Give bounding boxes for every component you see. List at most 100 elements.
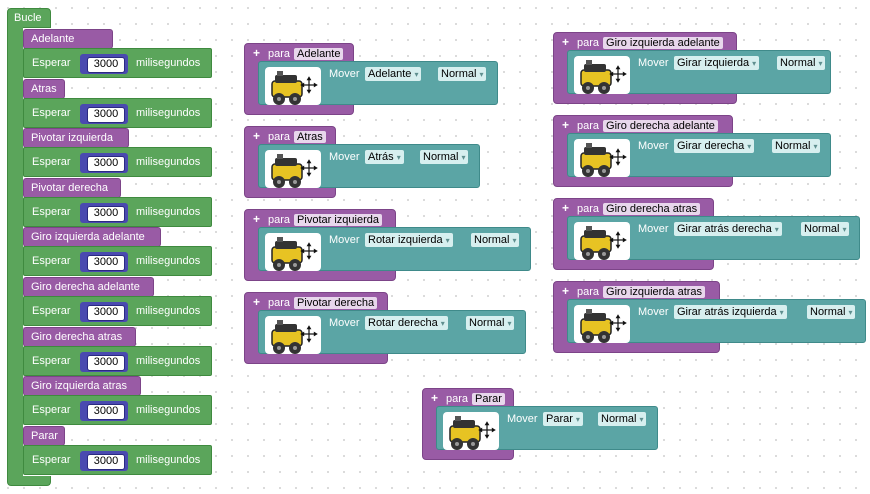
- add-parameter-icon[interactable]: +: [253, 212, 260, 226]
- move-block[interactable]: Mover Girar atrás izquierda ▾ Normal ▾: [567, 299, 866, 344]
- call-block[interactable]: Pivotar derecha: [23, 177, 121, 198]
- move-block[interactable]: Mover Girar atrás derecha ▾ Normal ▾: [567, 216, 860, 261]
- milliseconds-input[interactable]: 3000: [87, 156, 125, 173]
- speed-dropdown[interactable]: Normal ▾: [420, 150, 469, 164]
- speed-dropdown[interactable]: Normal ▾: [801, 222, 850, 236]
- para-label: para: [577, 286, 600, 298]
- move-block[interactable]: Mover Girar izquierda ▾ Normal ▾: [567, 50, 831, 95]
- procedure-header: + para Giro izquierda atras: [562, 284, 706, 298]
- speed-dropdown[interactable]: Normal ▾: [777, 56, 826, 70]
- move-block[interactable]: Mover Parar ▾ Normal ▾: [436, 406, 658, 451]
- unit-label: milisegundos: [136, 354, 201, 367]
- direction-value: Adelante: [368, 68, 412, 80]
- wait-block[interactable]: Esperar 3000 milisegundos: [23, 97, 212, 128]
- milliseconds-input[interactable]: 3000: [87, 305, 125, 321]
- direction-dropdown[interactable]: Atrás ▾: [365, 150, 404, 164]
- call-block[interactable]: Giro derecha atras: [23, 326, 136, 347]
- milliseconds-input[interactable]: 3000: [87, 255, 125, 272]
- direction-dropdown[interactable]: Rotar derecha ▾: [365, 316, 448, 330]
- move-label: Mover: [638, 140, 669, 152]
- add-parameter-icon[interactable]: +: [253, 129, 260, 143]
- milliseconds-input[interactable]: 3000: [87, 205, 125, 222]
- call-block[interactable]: Parar: [23, 425, 65, 446]
- call-block[interactable]: Atras: [23, 78, 65, 99]
- milliseconds-input[interactable]: 3000: [87, 106, 125, 123]
- add-parameter-icon[interactable]: +: [253, 295, 260, 309]
- loop-header[interactable]: Bucle: [7, 8, 51, 28]
- procedure-name-field[interactable]: Giro izquierda atras: [603, 286, 706, 298]
- milliseconds-input[interactable]: 3000: [87, 57, 125, 73]
- move-label: Mover: [329, 317, 360, 329]
- procedure-name-field[interactable]: Giro izquierda adelante: [603, 37, 723, 49]
- move-block[interactable]: Mover Girar derecha ▾ Normal ▾: [567, 133, 831, 178]
- speed-dropdown[interactable]: Normal ▾: [466, 316, 515, 330]
- procedure-name-field[interactable]: Giro derecha atras: [603, 203, 701, 215]
- wait-block[interactable]: Esperar 3000 milisegundos: [23, 444, 212, 475]
- call-label: Giro derecha adelante: [31, 281, 140, 293]
- number-socket: 3000: [80, 401, 128, 422]
- call-label: Atras: [31, 82, 57, 95]
- call-block[interactable]: Giro derecha adelante: [23, 277, 154, 297]
- direction-dropdown[interactable]: Girar atrás izquierda ▾: [674, 305, 787, 319]
- wait-label: Esperar: [32, 205, 71, 218]
- milliseconds-input[interactable]: 3000: [87, 404, 125, 421]
- direction-dropdown[interactable]: Girar atrás derecha ▾: [674, 222, 782, 236]
- direction-value: Rotar izquierda: [368, 234, 443, 246]
- wait-block[interactable]: Esperar 3000 milisegundos: [23, 395, 212, 426]
- add-parameter-icon[interactable]: +: [562, 35, 569, 49]
- procedure-name-field[interactable]: Atras: [294, 131, 326, 143]
- direction-dropdown[interactable]: Rotar izquierda ▾: [365, 233, 453, 247]
- unit-label: milisegundos: [136, 404, 201, 417]
- add-parameter-icon[interactable]: +: [253, 46, 260, 60]
- procedure-name-field[interactable]: Adelante: [294, 48, 344, 60]
- direction-dropdown[interactable]: Adelante ▾: [365, 67, 422, 81]
- wait-block[interactable]: Esperar 3000 milisegundos: [23, 296, 212, 326]
- add-parameter-icon[interactable]: +: [562, 201, 569, 215]
- add-parameter-icon[interactable]: +: [562, 284, 569, 298]
- procedure-name-field[interactable]: Parar: [472, 393, 505, 405]
- call-block[interactable]: Adelante: [23, 29, 113, 49]
- move-arrows-icon: [299, 241, 319, 261]
- dropdown-arrow-icon: ▾: [747, 142, 752, 151]
- speed-dropdown[interactable]: Normal ▾: [772, 139, 821, 153]
- speed-dropdown[interactable]: Normal ▾: [471, 233, 520, 247]
- move-block[interactable]: Mover Adelante ▾ Normal ▾: [258, 61, 498, 106]
- speed-dropdown[interactable]: Normal ▾: [807, 305, 856, 319]
- move-arrows-icon: [299, 75, 319, 95]
- procedure-name-field[interactable]: Pivotar izquierda: [294, 214, 382, 226]
- add-parameter-icon[interactable]: +: [562, 118, 569, 132]
- call-block[interactable]: Giro izquierda atras: [23, 376, 141, 397]
- robot-icon: [443, 412, 499, 451]
- milliseconds-input[interactable]: 3000: [87, 354, 125, 371]
- call-label: Pivotar derecha: [31, 181, 109, 194]
- direction-dropdown[interactable]: Girar derecha ▾: [674, 139, 755, 153]
- wait-block[interactable]: Esperar 3000 milisegundos: [23, 246, 212, 277]
- move-block[interactable]: Mover Atrás ▾ Normal ▾: [258, 144, 480, 189]
- direction-value: Atrás: [368, 151, 394, 163]
- robot-icon: [265, 150, 321, 189]
- robot-icon: [265, 67, 321, 106]
- wait-label: Esperar: [32, 453, 71, 466]
- move-block[interactable]: Mover Rotar izquierda ▾ Normal ▾: [258, 227, 531, 272]
- wait-block[interactable]: Esperar 3000 milisegundos: [23, 48, 212, 78]
- milliseconds-input[interactable]: 3000: [87, 453, 125, 470]
- procedure-name-field[interactable]: Giro derecha adelante: [603, 120, 718, 132]
- wait-block[interactable]: Esperar 3000 milisegundos: [23, 147, 212, 178]
- wait-block[interactable]: Esperar 3000 milisegundos: [23, 196, 212, 227]
- move-arrows-icon: [477, 420, 497, 440]
- add-parameter-icon[interactable]: +: [431, 391, 438, 405]
- speed-dropdown[interactable]: Normal ▾: [438, 67, 487, 81]
- procedure-name-field[interactable]: Pivotar derecha: [294, 297, 378, 309]
- move-arrows-icon: [608, 230, 628, 250]
- speed-dropdown[interactable]: Normal ▾: [598, 412, 647, 426]
- call-block[interactable]: Giro izquierda adelante: [23, 227, 161, 248]
- direction-dropdown[interactable]: Girar izquierda ▾: [674, 56, 760, 70]
- direction-value: Girar atrás izquierda: [677, 306, 777, 318]
- direction-value: Rotar derecha: [368, 317, 438, 329]
- call-block[interactable]: Pivotar izquierda: [23, 128, 129, 149]
- wait-block[interactable]: Esperar 3000 milisegundos: [23, 345, 212, 376]
- para-label: para: [577, 37, 600, 49]
- dropdown-arrow-icon: ▾: [842, 225, 847, 234]
- direction-dropdown[interactable]: Parar ▾: [543, 412, 583, 426]
- move-block[interactable]: Mover Rotar derecha ▾ Normal ▾: [258, 310, 526, 355]
